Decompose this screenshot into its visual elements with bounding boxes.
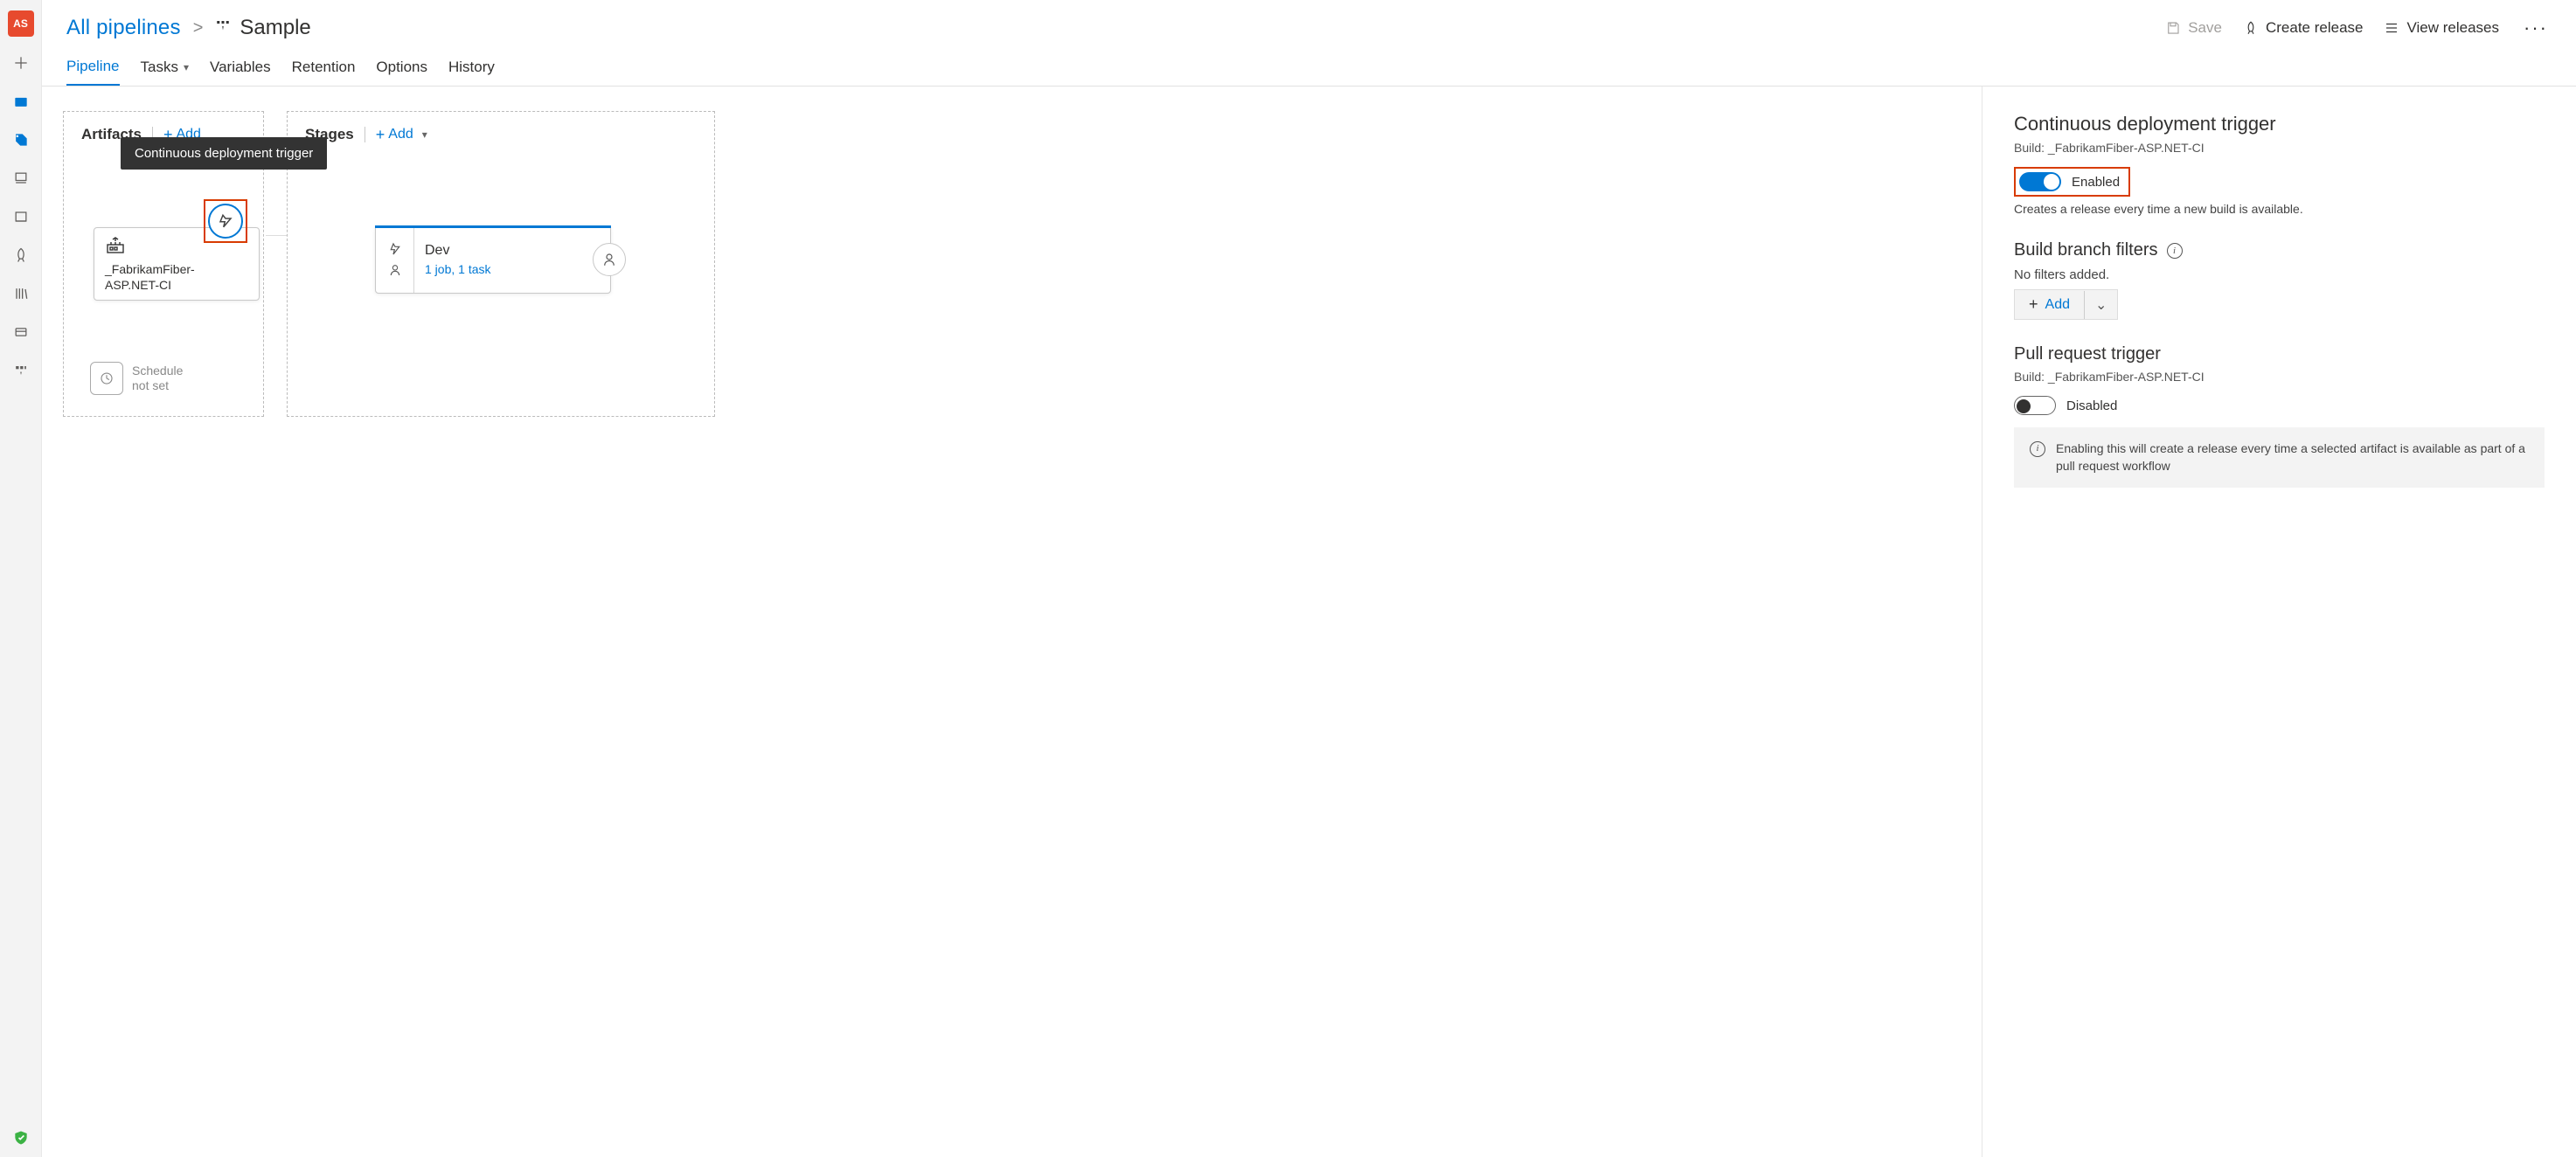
highlight-box: Enabled — [2014, 167, 2130, 197]
clock-icon — [90, 362, 123, 395]
boards-icon[interactable] — [0, 82, 42, 121]
info-icon: i — [2030, 441, 2045, 457]
add-filter-dropdown[interactable]: ⌄ — [2084, 291, 2117, 319]
artifact-name: _FabrikamFiber-ASP.NET-CI — [105, 262, 248, 293]
pr-trigger-heading: Pull request trigger — [2014, 344, 2545, 364]
main: All pipelines > Sample Save Create relea… — [42, 0, 2576, 1157]
info-icon[interactable]: i — [2167, 243, 2183, 259]
chevron-down-icon: ▾ — [422, 128, 427, 141]
cd-trigger-heading: Continuous deployment trigger — [2014, 113, 2545, 135]
pr-build-name: _FabrikamFiber-ASP.NET-CI — [2048, 370, 2205, 384]
cd-description: Creates a release every time a new build… — [2014, 202, 2545, 216]
add-filter-split-button: + Add ⌄ — [2014, 289, 2118, 320]
add-stage-button[interactable]: +Add ▾ — [376, 127, 427, 142]
breadcrumb-parent-link[interactable]: All pipelines — [66, 16, 181, 40]
cd-enabled-toggle[interactable] — [2019, 172, 2061, 191]
pr-disabled-label: Disabled — [2066, 398, 2117, 413]
stage-status-bar — [375, 225, 611, 228]
stage-postdeploy-conditions[interactable] — [593, 243, 626, 276]
tab-retention[interactable]: Retention — [292, 58, 356, 86]
cd-trigger-tooltip: Continuous deployment trigger — [121, 137, 327, 170]
no-filters-text: No filters added. — [2014, 267, 2545, 282]
top-actions: Save Create release View releases ··· — [2165, 17, 2552, 39]
cd-build-name: _FabrikamFiber-ASP.NET-CI — [2048, 141, 2205, 155]
stage-card[interactable]: Dev 1 job, 1 task — [375, 225, 611, 294]
breadcrumb-separator: > — [193, 18, 204, 38]
person-icon — [388, 263, 402, 277]
canvas: Artifacts +Add _FabrikamFiber-ASP.NET-CI — [42, 87, 1982, 1157]
user-avatar[interactable]: AS — [8, 10, 34, 37]
repos-icon[interactable] — [0, 159, 42, 197]
schedule-line1: Schedule — [132, 364, 183, 378]
plus-icon: + — [2029, 295, 2038, 314]
left-rail: AS — [0, 0, 42, 1157]
pipeline-type-icon — [215, 18, 231, 38]
view-releases-button[interactable]: View releases — [2384, 19, 2499, 37]
highlight-box — [204, 199, 247, 243]
cd-build-prefix: Build: — [2014, 141, 2048, 155]
content: Artifacts +Add _FabrikamFiber-ASP.NET-CI — [42, 87, 2576, 1157]
lightning-icon — [388, 242, 402, 256]
pr-build-line: Build: _FabrikamFiber-ASP.NET-CI — [2014, 370, 2545, 384]
tab-history[interactable]: History — [448, 58, 495, 86]
plus-icon: + — [376, 127, 385, 142]
branch-filters-heading: Build branch filters — [2014, 240, 2158, 260]
schedule-line2: not set — [132, 378, 183, 393]
tab-tasks-label: Tasks — [141, 59, 178, 76]
tabs: Pipeline Tasks ▾ Variables Retention Opti… — [42, 47, 2576, 87]
schedule-block[interactable]: Schedule not set — [90, 362, 183, 395]
stage-name: Dev — [425, 243, 491, 259]
pr-build-prefix: Build: — [2014, 370, 2048, 384]
add-label: Add — [2045, 297, 2070, 313]
schedule-text: Schedule not set — [132, 364, 183, 393]
breadcrumb: All pipelines > Sample — [66, 16, 311, 40]
view-releases-label: View releases — [2406, 19, 2499, 37]
tab-pipeline[interactable]: Pipeline — [66, 58, 120, 86]
status-shield-icon[interactable] — [0, 1119, 42, 1157]
rocket-icon[interactable] — [0, 236, 42, 274]
pr-hint-box: i Enabling this will create a release ev… — [2014, 427, 2545, 488]
save-label: Save — [2188, 19, 2222, 37]
add-filter-button[interactable]: + Add — [2015, 290, 2084, 319]
topbar: All pipelines > Sample Save Create relea… — [42, 0, 2576, 47]
chevron-down-icon: ▾ — [184, 61, 189, 73]
tab-tasks[interactable]: Tasks ▾ — [141, 58, 190, 86]
add-item-button[interactable] — [0, 44, 42, 82]
side-panel: Continuous deployment trigger Build: _Fa… — [1982, 87, 2576, 1157]
chevron-down-icon: ⌄ — [2095, 298, 2107, 313]
cd-build-line: Build: _FabrikamFiber-ASP.NET-CI — [2014, 141, 2545, 155]
person-icon — [601, 252, 617, 267]
pipelines-icon[interactable] — [0, 121, 42, 159]
tab-options[interactable]: Options — [376, 58, 427, 86]
stage-predeploy-conditions[interactable] — [376, 226, 414, 293]
deployment-groups-icon[interactable] — [0, 351, 42, 390]
pr-hint-text: Enabling this will create a release ever… — [2056, 440, 2529, 475]
cd-enabled-label: Enabled — [2072, 175, 2120, 190]
create-release-button[interactable]: Create release — [2243, 19, 2364, 37]
pr-enabled-toggle[interactable] — [2014, 396, 2056, 415]
breadcrumb-current: Sample — [240, 16, 310, 40]
test-plans-icon[interactable] — [0, 313, 42, 351]
add-label: Add — [388, 127, 413, 142]
save-button: Save — [2165, 19, 2222, 37]
library-icon[interactable] — [0, 274, 42, 313]
artifacts-nav-icon[interactable] — [0, 197, 42, 236]
stages-panel: Stages +Add▾ Dev 1 job, 1 task — [287, 111, 715, 417]
cd-trigger-button[interactable] — [208, 204, 243, 239]
create-release-label: Create release — [2266, 19, 2364, 37]
more-menu-button[interactable]: ··· — [2520, 17, 2552, 39]
stage-job-link[interactable]: 1 job, 1 task — [425, 262, 491, 276]
tab-variables[interactable]: Variables — [210, 58, 271, 86]
